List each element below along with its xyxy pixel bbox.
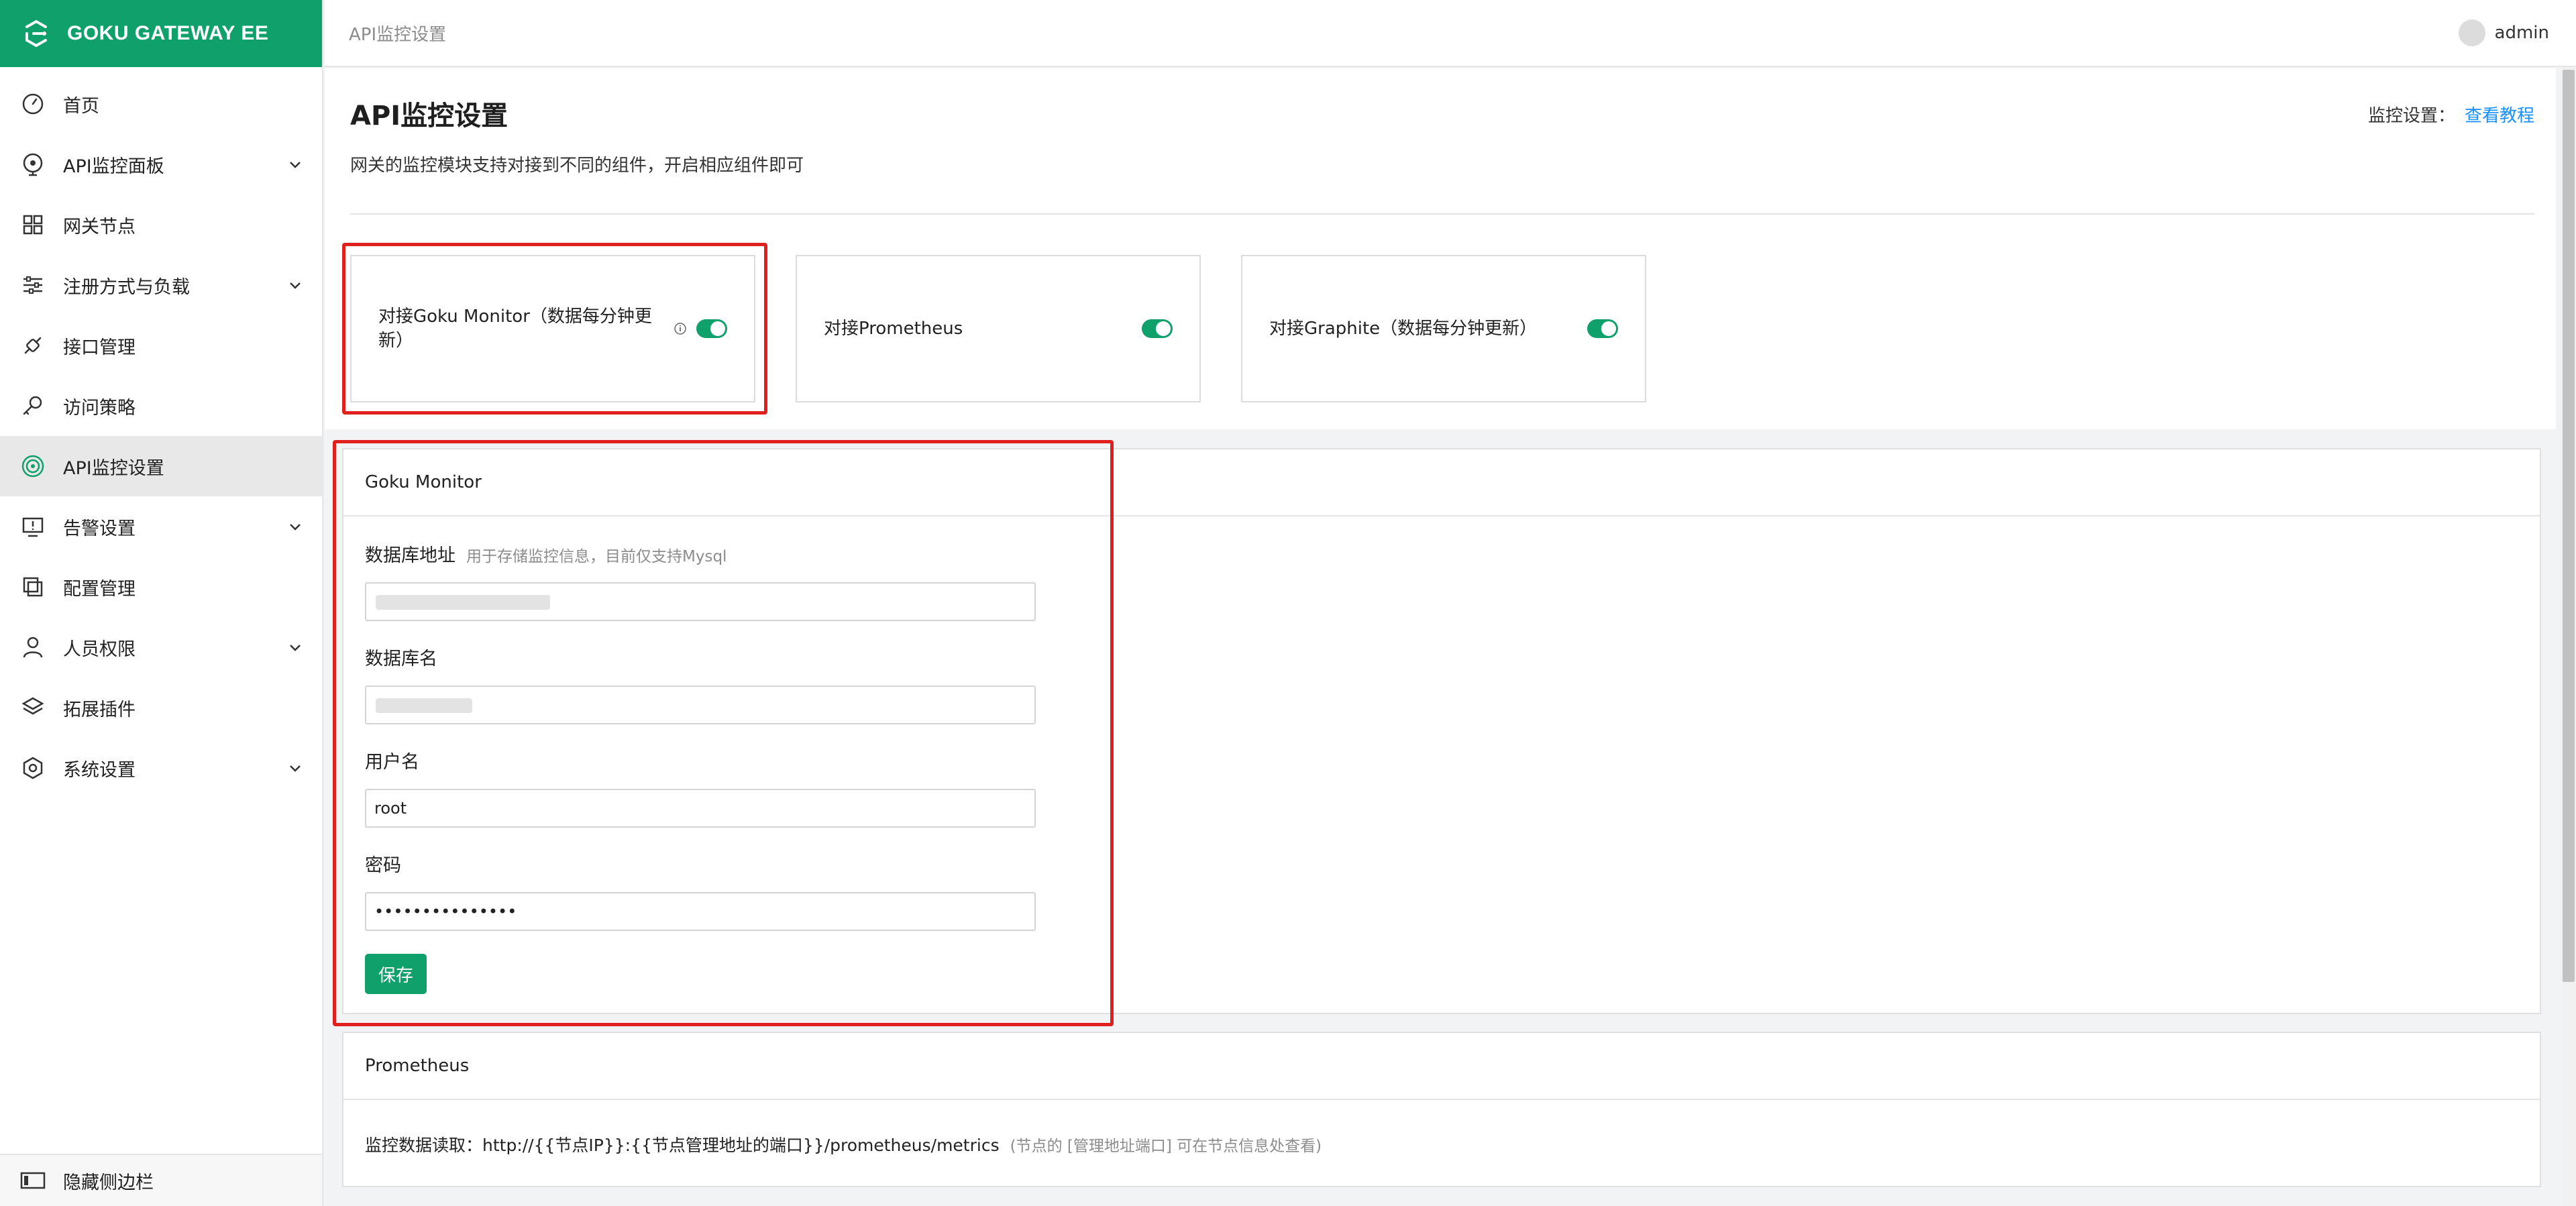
- db-address-label: 数据库地址 用于存储监控信息，目前仅支持Mysql: [365, 541, 727, 567]
- page-header: API监控设置 网关的监控模块支持对接到不同的组件，开启相应组件即可 监控设置：…: [325, 68, 2556, 429]
- sidebar-item-gateway-nodes[interactable]: 网关节点: [0, 195, 322, 255]
- sidebar-item-label: API监控设置: [63, 457, 164, 479]
- prometheus-read-label: 监控数据读取：http://{{节点IP}}:{{节点管理地址的端口}}/pro…: [365, 1136, 1000, 1155]
- db-address-hint: 用于存储监控信息，目前仅支持Mysql: [466, 548, 727, 565]
- monitor-panel-icon: [23, 153, 43, 176]
- save-button[interactable]: 保存: [365, 954, 427, 994]
- sidebar-item-plugins[interactable]: 拓展插件: [0, 677, 322, 738]
- username-label: 用户名: [365, 752, 419, 773]
- graphite-card: 对接Graphite（数据每分钟更新）: [1241, 255, 1646, 402]
- sidebar-item-api-management[interactable]: 接口管理: [0, 315, 322, 376]
- redacted-value: [376, 595, 550, 610]
- grid-icon: [23, 215, 43, 235]
- sidebar-item-registry-load[interactable]: 注册方式与负载: [0, 255, 322, 315]
- sidebar-item-label: 网关节点: [63, 216, 136, 237]
- page-description: 网关的监控模块支持对接到不同的组件，开启相应组件即可: [350, 156, 804, 176]
- sidebar-item-permissions[interactable]: 人员权限: [0, 617, 322, 677]
- scrollbar-thumb[interactable]: [2563, 70, 2575, 982]
- sidebar-item-label: 系统设置: [63, 759, 136, 781]
- sidebar-item-api-monitor-panel[interactable]: API监控面板: [0, 134, 322, 195]
- top-bar: API监控设置 admin: [325, 0, 2576, 67]
- panel-title: Goku Monitor: [343, 449, 2540, 516]
- page-title: API监控设置: [350, 101, 508, 131]
- info-icon[interactable]: [674, 322, 687, 335]
- dashboard-icon: [22, 93, 44, 115]
- prometheus-panel-title: Prometheus: [343, 1033, 2540, 1100]
- sidebar-item-home[interactable]: 首页: [0, 74, 322, 134]
- brand-name: GOKU GATEWAY EE: [67, 22, 269, 44]
- hide-sidebar-label: 隐藏侧边栏: [63, 1172, 154, 1193]
- sidebar-item-label: 注册方式与负载: [63, 276, 190, 298]
- chevron-down-icon: [290, 645, 301, 651]
- db-name-input[interactable]: [365, 686, 1036, 724]
- api-link-icon: [24, 337, 42, 354]
- chevron-down-icon: [290, 524, 301, 531]
- help-section: 监控设置： 查看教程: [2368, 102, 2534, 127]
- sidebar-item-label: 配置管理: [63, 578, 136, 600]
- sidebar-item-label: 告警设置: [63, 518, 136, 539]
- chevron-down-icon: [290, 162, 301, 168]
- username: admin: [2494, 23, 2549, 43]
- sidebar-item-api-monitor-settings[interactable]: API监控设置: [0, 436, 322, 496]
- sidebar-item-config[interactable]: 配置管理: [0, 557, 322, 617]
- gear-icon: [23, 757, 43, 779]
- brand-header[interactable]: GOKU GATEWAY EE: [0, 0, 322, 67]
- layers-copy-icon: [23, 577, 43, 597]
- chevron-down-icon: [290, 282, 301, 289]
- goku-monitor-card: 对接Goku Monitor（数据每分钟更新）: [350, 255, 755, 402]
- sidebar-item-label: 首页: [63, 95, 99, 117]
- password-label: 密码: [365, 855, 401, 876]
- sliders-icon: [23, 276, 42, 294]
- key-icon: [23, 396, 42, 415]
- sidebar-item-label: 拓展插件: [63, 699, 136, 720]
- goku-monitor-panel: Goku Monitor 数据库地址 用于存储监控信息，目前仅支持Mysql 数据…: [342, 448, 2541, 1014]
- alert-monitor-icon: [22, 517, 44, 537]
- user-icon: [23, 637, 43, 658]
- sidebar-item-alerts[interactable]: 告警设置: [0, 496, 322, 557]
- prometheus-card: 对接Prometheus: [796, 255, 1201, 402]
- graphite-toggle[interactable]: [1587, 319, 1618, 338]
- divider: [350, 213, 2534, 215]
- db-address-input[interactable]: [365, 582, 1036, 621]
- password-input[interactable]: [365, 892, 1036, 931]
- sidebar-item-label: 人员权限: [63, 639, 136, 660]
- goku-monitor-toggle[interactable]: [696, 319, 727, 338]
- prometheus-panel: Prometheus 监控数据读取：http://{{节点IP}}:{{节点管理…: [342, 1032, 2541, 1187]
- prometheus-label: 对接Prometheus: [824, 319, 963, 339]
- db-name-label: 数据库名: [365, 649, 437, 669]
- db-address-label-text: 数据库地址: [365, 545, 455, 566]
- logo-icon: [25, 19, 47, 48]
- stack-icon: [21, 697, 44, 715]
- username-input[interactable]: [365, 789, 1036, 828]
- breadcrumb: API监控设置: [349, 24, 447, 45]
- tutorial-link[interactable]: 查看教程: [2465, 106, 2534, 126]
- chevron-down-icon: [290, 765, 301, 772]
- sidebar-item-system-settings[interactable]: 系统设置: [0, 738, 322, 798]
- sidebar-nav: 首页 API监控面板 网关节点 注册方式与负载 接口管理 访问策略 API监控设…: [0, 67, 322, 798]
- goku-monitor-label: 对接Goku Monitor（数据每分钟更新）: [378, 307, 652, 351]
- hide-sidebar-button[interactable]: 隐藏侧边栏: [0, 1154, 322, 1206]
- user-menu[interactable]: admin: [2458, 19, 2549, 46]
- avatar: [2458, 19, 2485, 46]
- prometheus-read-info: 监控数据读取：http://{{节点IP}}:{{节点管理地址的端口}}/pro…: [365, 1132, 1322, 1156]
- prometheus-toggle[interactable]: [1142, 319, 1173, 338]
- sidebar: GOKU GATEWAY EE 首页 API监控面板 网关节点 注册方式与负载 …: [0, 0, 323, 1206]
- sidebar-item-label: 接口管理: [63, 337, 136, 358]
- sidebar-toggle-icon: [20, 1172, 46, 1189]
- sidebar-item-access-policy[interactable]: 访问策略: [0, 376, 322, 436]
- help-label: 监控设置：: [2367, 106, 2455, 126]
- sidebar-item-label: 访问策略: [63, 397, 136, 419]
- sidebar-item-label: API监控面板: [63, 156, 164, 177]
- target-icon: [21, 455, 44, 478]
- redacted-value: [376, 698, 472, 713]
- prometheus-read-hint: (节点的 [管理地址端口] 可在节点信息处查看): [1010, 1138, 1322, 1155]
- graphite-label: 对接Graphite（数据每分钟更新）: [1269, 319, 1538, 339]
